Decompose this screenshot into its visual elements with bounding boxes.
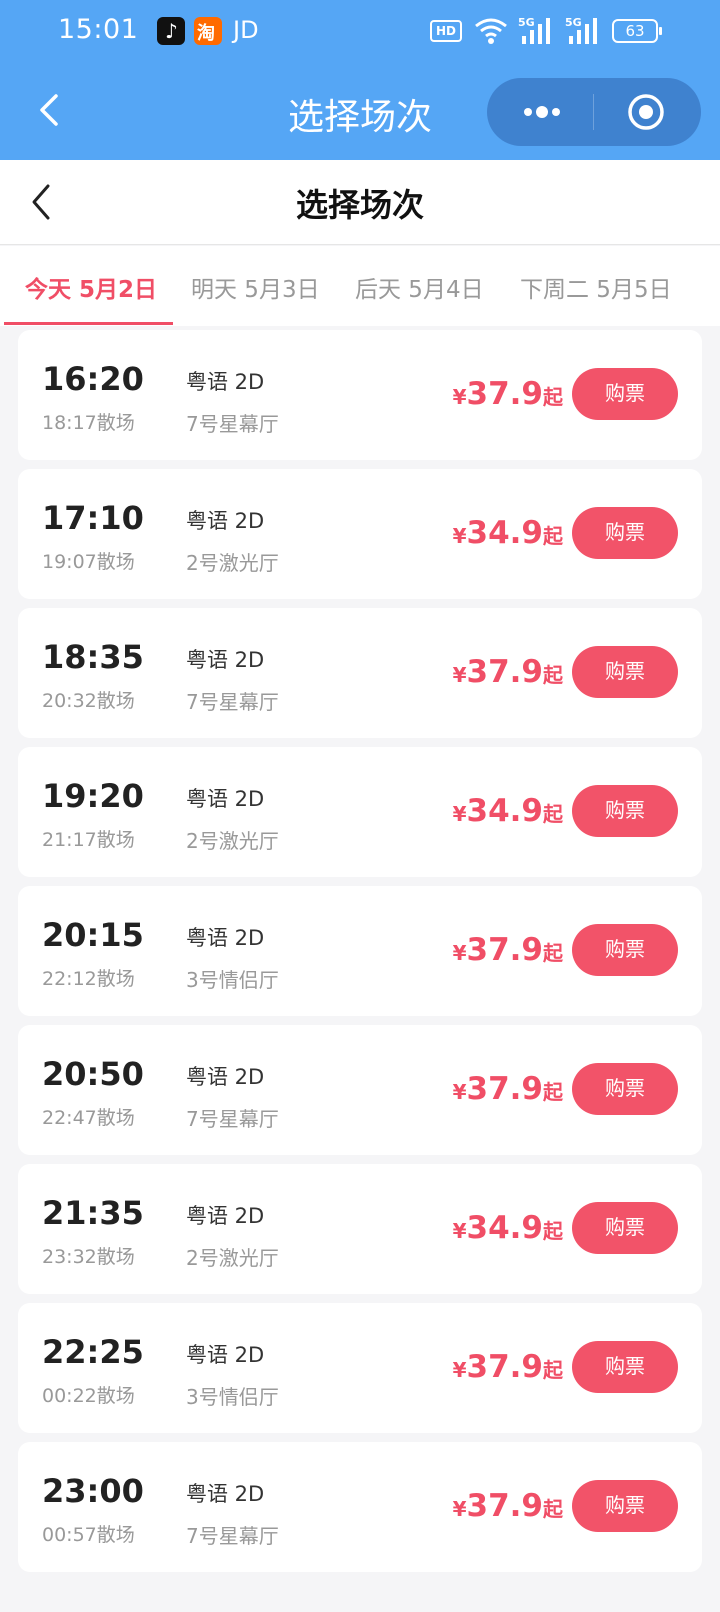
signal-5g-label-2: 5G — [565, 16, 582, 29]
tab-next-tuesday[interactable]: 下周二 5月5日 — [520, 270, 672, 304]
signal-5g-label: 5G — [518, 16, 535, 29]
end-time: 22:12散场 — [42, 968, 135, 990]
showtime-card[interactable]: 20:50 22:47散场 粤语 2D 7号星幕厅 ¥37.9起 购票 — [18, 1025, 702, 1155]
language-format: 粤语 2D — [186, 648, 265, 672]
hd-network-badge: HD — [430, 20, 462, 42]
capsule-divider — [593, 94, 594, 130]
start-time: 16:20 — [42, 360, 144, 398]
buy-ticket-button[interactable]: 购票 — [572, 368, 678, 420]
language-format: 粤语 2D — [186, 1204, 265, 1228]
price: ¥37.9起 — [452, 1349, 563, 1385]
hall-name: 2号激光厅 — [186, 1246, 279, 1270]
language-format: 粤语 2D — [186, 509, 265, 533]
capsule-menu — [487, 78, 701, 146]
end-time: 18:17散场 — [42, 412, 135, 434]
mini-program-header: 选择场次 — [0, 64, 720, 160]
end-time: 20:32散场 — [42, 690, 135, 712]
buy-ticket-button[interactable]: 购票 — [572, 785, 678, 837]
language-format: 粤语 2D — [186, 370, 265, 394]
hall-name: 2号激光厅 — [186, 551, 279, 575]
signal-icon: 5G — [518, 16, 554, 50]
start-time: 19:20 — [42, 777, 144, 815]
buy-ticket-button[interactable]: 购票 — [572, 1480, 678, 1532]
hall-name: 3号情侣厅 — [186, 968, 279, 992]
end-time: 19:07散场 — [42, 551, 135, 573]
start-time: 21:35 — [42, 1194, 144, 1232]
tab-tomorrow[interactable]: 明天 5月3日 — [191, 270, 320, 304]
price: ¥34.9起 — [452, 1210, 563, 1246]
date-tabs: 今天 5月2日 明天 5月3日 后天 5月4日 下周二 5月5日 — [0, 246, 720, 326]
showtime-card[interactable]: 19:20 21:17散场 粤语 2D 2号激光厅 ¥34.9起 购票 — [18, 747, 702, 877]
page-title: 选择场次 — [295, 186, 424, 224]
active-tab-indicator — [4, 322, 173, 325]
buy-ticket-button[interactable]: 购票 — [572, 924, 678, 976]
end-time: 22:47散场 — [42, 1107, 135, 1129]
tiktok-icon: ♪ — [157, 17, 185, 45]
price: ¥37.9起 — [452, 1071, 563, 1107]
hall-name: 7号星幕厅 — [186, 1524, 279, 1548]
price: ¥34.9起 — [452, 515, 563, 551]
price: ¥37.9起 — [452, 1488, 563, 1524]
language-format: 粤语 2D — [186, 787, 265, 811]
showtime-card[interactable]: 18:35 20:32散场 粤语 2D 7号星幕厅 ¥37.9起 购票 — [18, 608, 702, 738]
showtime-card[interactable]: 21:35 23:32散场 粤语 2D 2号激光厅 ¥34.9起 购票 — [18, 1164, 702, 1294]
showtime-card[interactable]: 22:25 00:22散场 粤语 2D 3号情侣厅 ¥37.9起 购票 — [18, 1303, 702, 1433]
status-app-label: JD — [233, 16, 259, 44]
buy-ticket-button[interactable]: 购票 — [572, 507, 678, 559]
start-time: 22:25 — [42, 1333, 144, 1371]
status-bar: 15:01 ♪ 淘 JD HD 5G 5G 63 — [0, 0, 720, 64]
page-header: 选择场次 — [0, 160, 720, 245]
end-time: 00:22散场 — [42, 1385, 135, 1407]
start-time: 20:15 — [42, 916, 144, 954]
buy-ticket-button[interactable]: 购票 — [572, 1341, 678, 1393]
language-format: 粤语 2D — [186, 926, 265, 950]
hall-name: 7号星幕厅 — [186, 1107, 279, 1131]
price: ¥37.9起 — [452, 654, 563, 690]
language-format: 粤语 2D — [186, 1482, 265, 1506]
language-format: 粤语 2D — [186, 1343, 265, 1367]
hall-name: 7号星幕厅 — [186, 690, 279, 714]
price: ¥37.9起 — [452, 376, 563, 412]
start-time: 20:50 — [42, 1055, 144, 1093]
start-time: 18:35 — [42, 638, 144, 676]
price: ¥37.9起 — [452, 932, 563, 968]
signal-icon-2: 5G — [565, 16, 601, 50]
start-time: 23:00 — [42, 1472, 144, 1510]
tab-today[interactable]: 今天 5月2日 — [25, 270, 157, 304]
battery-icon: 63 — [612, 19, 662, 43]
status-time: 15:01 — [58, 14, 139, 45]
hall-name: 2号激光厅 — [186, 829, 279, 853]
buy-ticket-button[interactable]: 购票 — [572, 1063, 678, 1115]
language-format: 粤语 2D — [186, 1065, 265, 1089]
buy-ticket-button[interactable]: 购票 — [572, 1202, 678, 1254]
showtime-card[interactable]: 20:15 22:12散场 粤语 2D 3号情侣厅 ¥37.9起 购票 — [18, 886, 702, 1016]
taobao-icon: 淘 — [194, 17, 222, 45]
showtime-card[interactable]: 17:10 19:07散场 粤语 2D 2号激光厅 ¥34.9起 购票 — [18, 469, 702, 599]
start-time: 17:10 — [42, 499, 144, 537]
showtime-card[interactable]: 23:00 00:57散场 粤语 2D 7号星幕厅 ¥37.9起 购票 — [18, 1442, 702, 1572]
end-time: 21:17散场 — [42, 829, 135, 851]
hall-name: 7号星幕厅 — [186, 412, 279, 436]
tab-day-after[interactable]: 后天 5月4日 — [355, 270, 484, 304]
wifi-icon — [475, 18, 507, 44]
showtime-card[interactable]: 16:20 18:17散场 粤语 2D 7号星幕厅 ¥37.9起 购票 — [18, 330, 702, 460]
buy-ticket-button[interactable]: 购票 — [572, 646, 678, 698]
target-icon[interactable] — [627, 93, 665, 131]
hall-name: 3号情侣厅 — [186, 1385, 279, 1409]
price: ¥34.9起 — [452, 793, 563, 829]
end-time: 23:32散场 — [42, 1246, 135, 1268]
more-dots-icon[interactable] — [517, 94, 567, 130]
end-time: 00:57散场 — [42, 1524, 135, 1546]
